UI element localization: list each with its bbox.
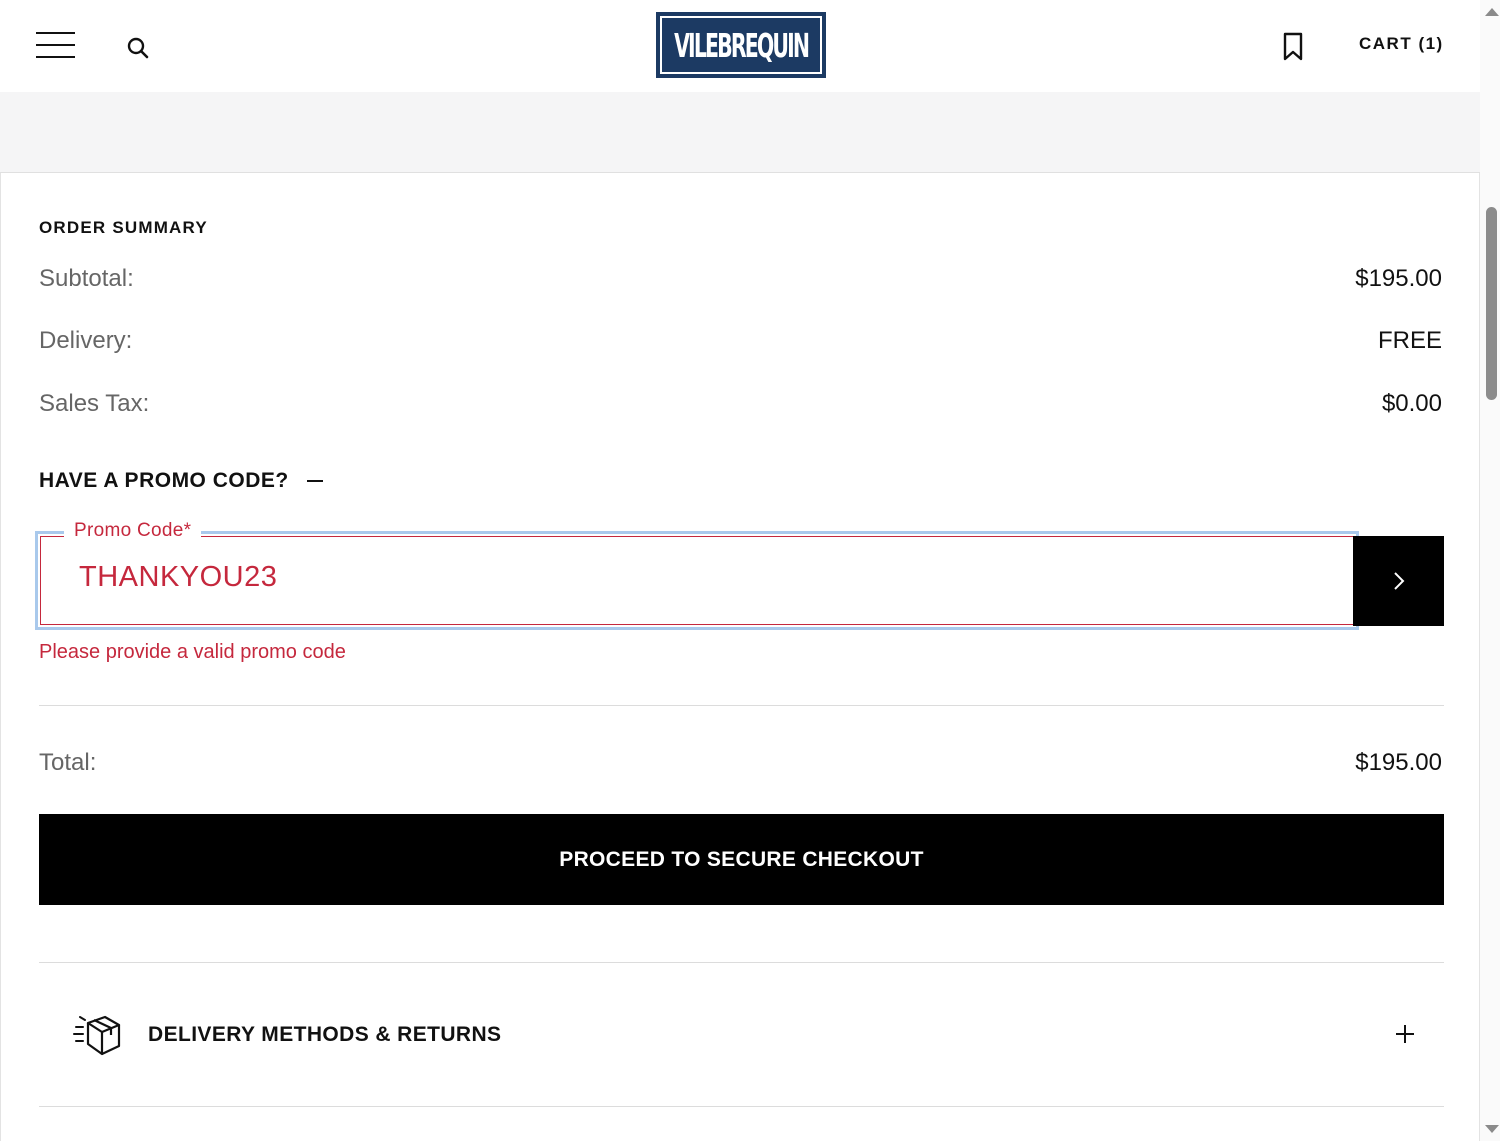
divider [39,1106,1444,1107]
vertical-scrollbar[interactable] [1480,0,1500,1141]
delivery-returns-label: DELIVERY METHODS & RETURNS [148,1023,502,1046]
subtotal-label: Subtotal: [39,265,134,292]
box-delivery-icon [73,1015,121,1056]
promo-toggle-label: HAVE A PROMO CODE? [39,469,289,492]
site-header: VILEBREQUIN CART (1) [0,0,1480,92]
search-icon[interactable] [126,36,150,60]
order-summary-title: ORDER SUMMARY [39,218,208,237]
sales-tax-value: $0.00 [1381,390,1442,417]
promo-error-message: Please provide a valid promo code [39,641,346,663]
delivery-label: Delivery: [39,327,133,354]
promo-code-input[interactable] [79,561,1279,594]
apply-promo-button[interactable] [1353,536,1444,626]
delivery-value: FREE [1377,327,1442,354]
scrollbar-thumb[interactable] [1486,207,1497,400]
plus-icon [1396,1025,1414,1043]
bookmark-icon[interactable] [1281,32,1305,62]
total-value: $195.00 [1355,749,1442,776]
chevron-right-icon [1393,572,1404,590]
divider [39,705,1444,706]
page-banner-band [0,92,1480,173]
scroll-down-arrow-icon[interactable] [1485,1125,1499,1133]
promo-code-focus-ring [35,531,1359,630]
scroll-up-arrow-icon[interactable] [1485,8,1499,16]
promo-code-label: Promo Code* [64,520,202,542]
hamburger-menu-icon[interactable] [36,32,76,60]
order-summary-panel: ORDER SUMMARY Subtotal: $195.00 Delivery… [0,173,1480,1141]
sales-tax-label: Sales Tax: [39,390,150,417]
secure-checkout-button[interactable]: PROCEED TO SECURE CHECKOUT [39,814,1444,905]
minus-icon [306,480,323,482]
subtotal-value: $195.00 [1355,265,1442,292]
cart-page: VILEBREQUIN CART (1) ORDER SUMMARY Subto… [0,0,1480,1141]
total-label: Total: [39,749,97,776]
delivery-returns-accordion[interactable]: DELIVERY METHODS & RETURNS [39,963,1444,1107]
cart-link[interactable]: CART (1) [1359,34,1444,54]
promo-code-field [40,536,1354,625]
brand-logo[interactable]: VILEBREQUIN [656,12,826,78]
promo-code-toggle[interactable]: HAVE A PROMO CODE? [39,469,323,493]
